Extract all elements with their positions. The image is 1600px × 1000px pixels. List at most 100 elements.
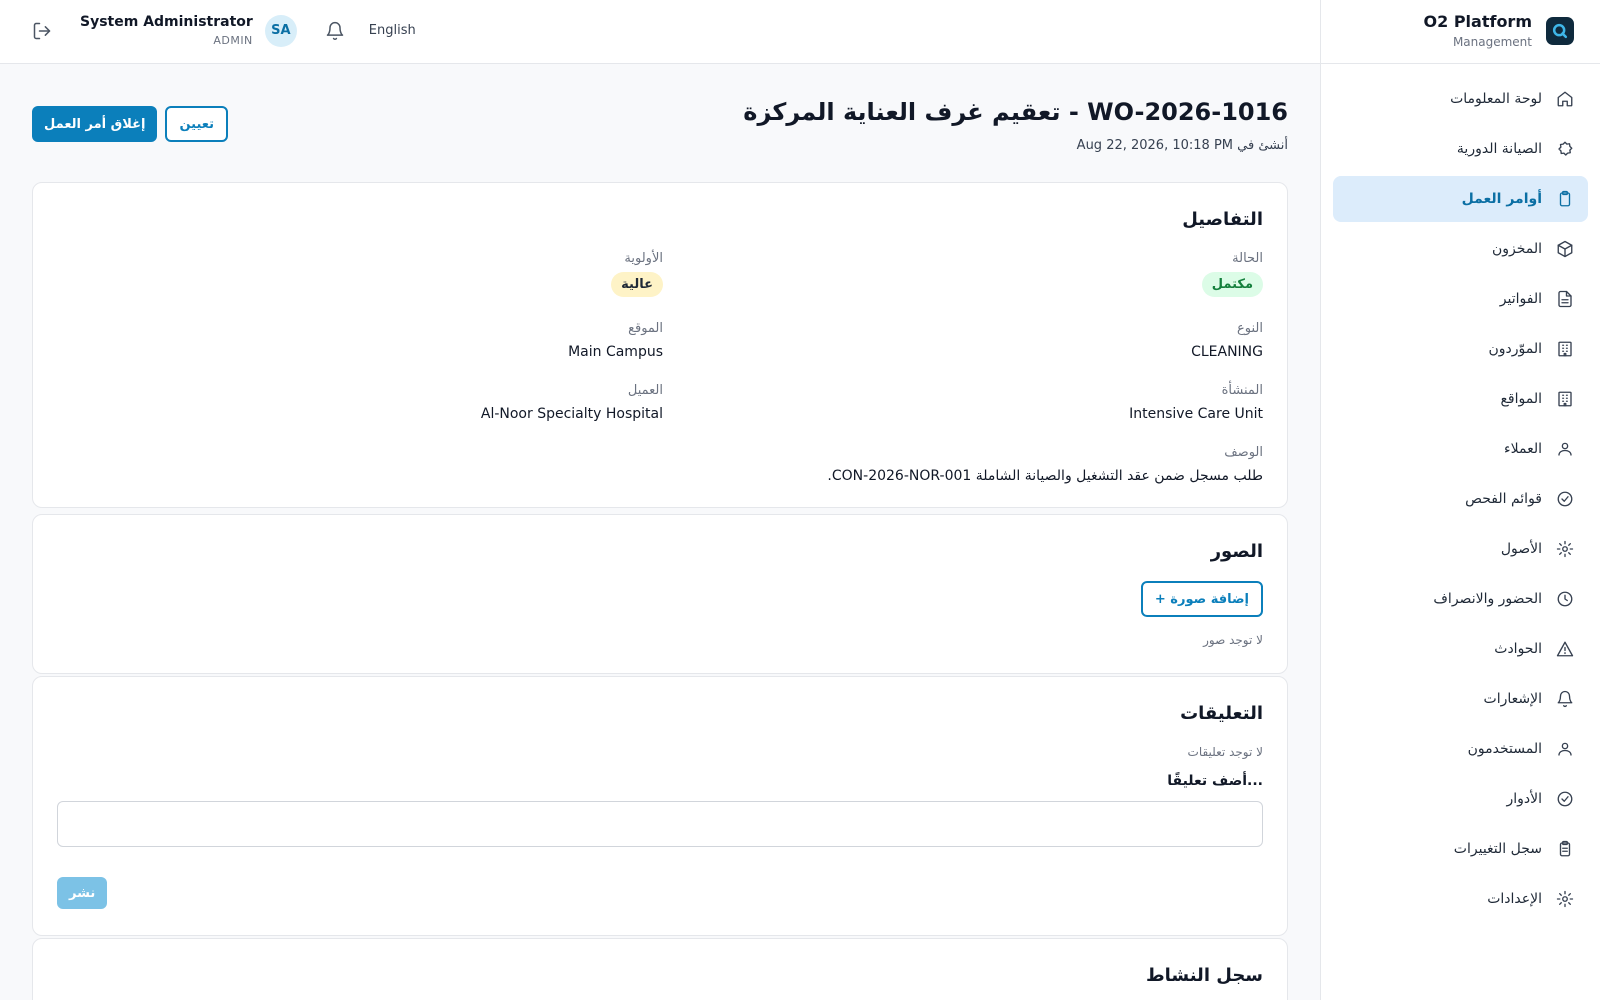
sidebar-item-1[interactable]: الصيانة الدورية bbox=[1333, 126, 1588, 172]
warning-icon bbox=[1556, 640, 1574, 658]
sidebar-nav: لوحة المعلومات الصيانة الدورية أوامر العمل… bbox=[1333, 76, 1588, 926]
priority-field: الأولوية عالية bbox=[611, 251, 663, 297]
sidebar-item-label: الإعدادات bbox=[1487, 891, 1542, 907]
comments-card: التعليقات لا توجد تعليقات أضف تعليقًا...… bbox=[32, 676, 1288, 936]
avatar[interactable]: SA bbox=[264, 14, 297, 47]
sidebar-item-8[interactable]: قوائم الفحص bbox=[1333, 476, 1588, 522]
bell-icon[interactable] bbox=[325, 21, 345, 41]
bell-icon bbox=[1556, 690, 1574, 708]
type-value: CLEANING bbox=[1191, 344, 1263, 360]
facility-field: المنشأة Intensive Care Unit bbox=[1129, 383, 1263, 422]
sidebar-item-label: المستخدمون bbox=[1467, 741, 1542, 757]
add-photo-button[interactable]: + إضافة صورة bbox=[1140, 581, 1263, 617]
sidebar-item-label: الحوادث bbox=[1494, 641, 1542, 657]
created-at-label: أنشئ في bbox=[1237, 138, 1288, 153]
type-field: النوع CLEANING bbox=[1191, 321, 1263, 360]
location-label: الموقع bbox=[628, 321, 663, 336]
sidebar: O2 Platform Management لوحة المعلومات الص… bbox=[1320, 0, 1600, 1000]
user-info: System Administrator ADMIN bbox=[80, 14, 253, 47]
header-actions: إغلاق أمر العمل تعيين bbox=[32, 106, 228, 142]
user-name: System Administrator bbox=[80, 14, 253, 30]
client-value: Al-Noor Specialty Hospital bbox=[480, 406, 663, 422]
gear-icon bbox=[1556, 890, 1574, 908]
sidebar-item-label: أوامر العمل bbox=[1461, 191, 1542, 207]
brand-subtitle: Management bbox=[1452, 35, 1532, 49]
users-icon bbox=[1556, 440, 1574, 458]
created-at: Aug 22, 2026, 10:18 PM أنشئ في bbox=[1077, 138, 1288, 153]
sidebar-item-4[interactable]: الفواتير bbox=[1333, 276, 1588, 322]
gear-icon bbox=[1556, 540, 1574, 558]
check-circle-icon bbox=[1556, 490, 1574, 508]
sidebar-item-label: العملاء bbox=[1504, 441, 1542, 457]
sidebar-item-label: سجل التغييرات bbox=[1453, 841, 1542, 857]
client-label: العميل bbox=[627, 383, 663, 398]
sidebar-item-6[interactable]: المواقع bbox=[1333, 376, 1588, 422]
activity-log-heading: سجل النشاط bbox=[1145, 965, 1263, 986]
sidebar-item-label: قوائم الفحص bbox=[1465, 491, 1542, 507]
close-work-order-button[interactable]: إغلاق أمر العمل bbox=[32, 106, 158, 142]
sidebar-item-16[interactable]: الإعدادات bbox=[1333, 876, 1588, 922]
details-card: التفاصيل الحالة مكتمل الأولوية عالية الن… bbox=[32, 182, 1288, 508]
users-icon bbox=[1556, 740, 1574, 758]
status-label: الحالة bbox=[1232, 251, 1263, 266]
main-content: WO-2026-1016 - تعقيم غرف العناية المركزة… bbox=[32, 64, 1288, 1000]
sidebar-item-label: الأدوار bbox=[1506, 791, 1542, 807]
location-value: Main Campus bbox=[568, 344, 663, 360]
sidebar-item-0[interactable]: لوحة المعلومات bbox=[1333, 76, 1588, 122]
sidebar-item-14[interactable]: الأدوار bbox=[1333, 776, 1588, 822]
sidebar-item-label: الحضور والانصراف bbox=[1433, 591, 1542, 607]
sidebar-item-3[interactable]: المخزون bbox=[1333, 226, 1588, 272]
user-role: ADMIN bbox=[213, 34, 253, 47]
comments-heading: التعليقات bbox=[1180, 703, 1263, 724]
details-heading: التفاصيل bbox=[1182, 209, 1263, 230]
maintenance-icon bbox=[1556, 140, 1574, 158]
sidebar-item-label: الفواتير bbox=[1499, 291, 1542, 307]
language-switch[interactable]: English bbox=[369, 23, 416, 38]
sidebar-item-15[interactable]: سجل التغييرات bbox=[1333, 826, 1588, 872]
page-title: WO-2026-1016 - تعقيم غرف العناية المركزة bbox=[743, 98, 1288, 126]
created-at-value: Aug 22, 2026, 10:18 PM bbox=[1076, 138, 1233, 153]
sidebar-item-13[interactable]: المستخدمون bbox=[1333, 726, 1588, 772]
box-icon bbox=[1556, 240, 1574, 258]
sidebar-item-5[interactable]: الموّردون bbox=[1333, 326, 1588, 372]
building-icon bbox=[1556, 340, 1574, 358]
sidebar-item-label: الأصول bbox=[1500, 541, 1542, 557]
comment-input-label: أضف تعليقًا... bbox=[1167, 773, 1263, 789]
client-field: العميل Al-Noor Specialty Hospital bbox=[481, 383, 663, 422]
logo-icon bbox=[1546, 16, 1574, 45]
sidebar-item-7[interactable]: العملاء bbox=[1333, 426, 1588, 472]
sidebar-item-10[interactable]: الحضور والانصراف bbox=[1333, 576, 1588, 622]
building-icon bbox=[1556, 390, 1574, 408]
priority-label: الأولوية bbox=[624, 251, 663, 266]
photos-empty-text: لا توجد صور bbox=[1203, 633, 1263, 647]
sidebar-item-label: لوحة المعلومات bbox=[1450, 91, 1542, 107]
photos-card: الصور + إضافة صورة لا توجد صور bbox=[32, 514, 1288, 674]
sidebar-item-9[interactable]: الأصول bbox=[1333, 526, 1588, 572]
clock-icon bbox=[1556, 590, 1574, 608]
sidebar-item-label: المواقع bbox=[1500, 391, 1542, 407]
sidebar-item-label: الإشعارات bbox=[1483, 691, 1542, 707]
comment-input[interactable] bbox=[57, 801, 1263, 847]
activity-log-card: سجل النشاط bbox=[32, 938, 1288, 1000]
clipboard-icon bbox=[1556, 190, 1574, 208]
location-field: الموقع Main Campus bbox=[568, 321, 663, 360]
assign-button[interactable]: تعيين bbox=[165, 106, 228, 142]
post-comment-button[interactable]: نشر bbox=[57, 877, 108, 909]
brand[interactable]: O2 Platform Management bbox=[1424, 12, 1574, 49]
status-badge: مكتمل bbox=[1201, 272, 1263, 297]
sidebar-divider bbox=[1321, 63, 1600, 64]
description-field: الوصف طلب مسجل ضمن عقد التشغيل والصيانة … bbox=[827, 445, 1263, 484]
description-value: طلب مسجل ضمن عقد التشغيل والصيانة الشامل… bbox=[827, 468, 1263, 484]
sidebar-item-label: الموّردون bbox=[1488, 341, 1542, 357]
sidebar-item-12[interactable]: الإشعارات bbox=[1333, 676, 1588, 722]
top-bar-left: System Administrator ADMIN SA English bbox=[32, 14, 416, 47]
facility-value: Intensive Care Unit bbox=[1129, 406, 1263, 422]
document-icon bbox=[1556, 290, 1574, 308]
sidebar-item-label: المخزون bbox=[1491, 241, 1542, 257]
sidebar-item-2[interactable]: أوامر العمل bbox=[1333, 176, 1588, 222]
logout-icon[interactable] bbox=[32, 21, 52, 41]
sidebar-item-label: الصيانة الدورية bbox=[1456, 141, 1542, 157]
photos-heading: الصور bbox=[1210, 541, 1263, 562]
home-icon bbox=[1556, 90, 1574, 108]
sidebar-item-11[interactable]: الحوادث bbox=[1333, 626, 1588, 672]
